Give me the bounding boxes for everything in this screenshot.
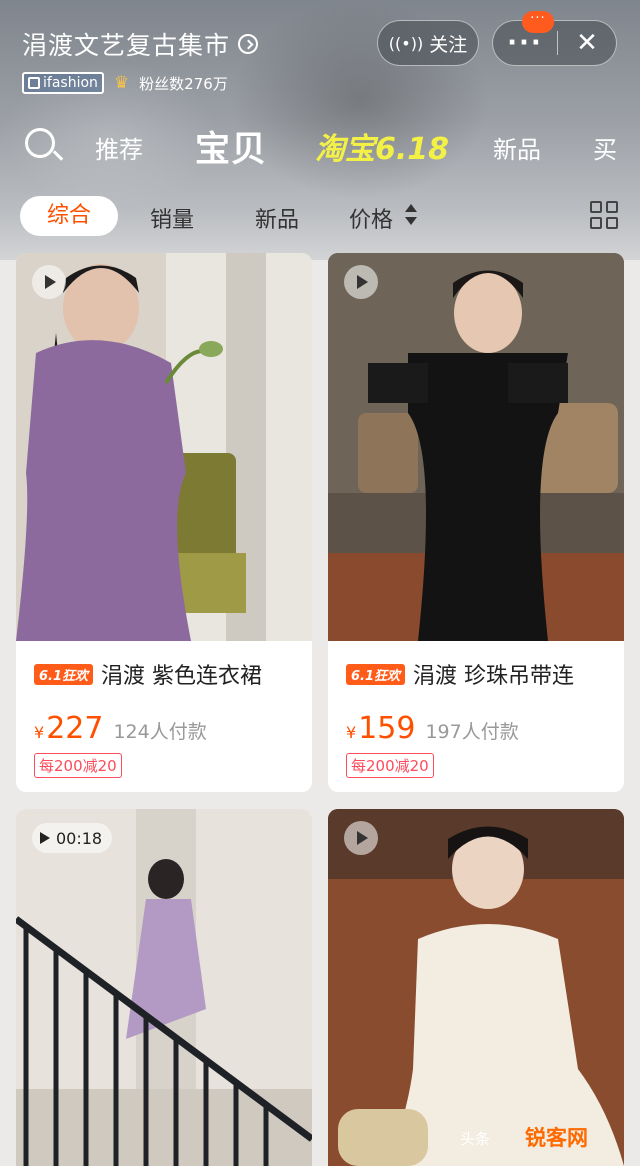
product-name: 涓渡 紫色连衣裙	[101, 664, 263, 689]
coupon-badge: 每200减20	[346, 753, 434, 778]
shop-nav-tabs: 推荐 宝贝 淘宝6.18 新品 买	[0, 118, 640, 174]
grid-view-icon[interactable]	[590, 201, 620, 231]
sort-filter-bar: 综合 销量 新品 价格	[0, 192, 640, 242]
shop-name: 涓渡文艺复古集市	[22, 31, 231, 60]
watermark-site: 锐客网	[525, 1126, 588, 1150]
play-icon[interactable]	[32, 265, 66, 299]
filter-new[interactable]: 新品	[255, 202, 299, 234]
chevron-right-icon	[238, 34, 259, 54]
product-card[interactable]	[328, 809, 624, 1166]
currency-symbol: ¥	[34, 723, 45, 742]
video-duration-badge[interactable]: 00:18	[32, 823, 113, 853]
tab-goods[interactable]: 宝贝	[195, 121, 267, 172]
tab-taobao-618[interactable]: 淘宝6.18	[315, 124, 449, 168]
promo-tag: 6.1狂欢	[34, 663, 94, 685]
promo-tag: 6.1狂欢	[346, 663, 406, 685]
more-button[interactable]: ···	[493, 30, 557, 56]
crown-icon: ♛	[113, 73, 130, 93]
product-card[interactable]: 6.1狂欢 涓渡 紫色连衣裙 ¥ 227 124人付款 每200减20	[16, 253, 312, 792]
product-card[interactable]: 6.1狂欢 涓渡 珍珠吊带连 ¥ 159 197人付款 每200减20	[328, 253, 624, 792]
shop-badges: ifashion ♛ 粉丝数276万	[22, 72, 228, 94]
product-card[interactable]: 00:18	[16, 809, 312, 1166]
currency-symbol: ¥	[346, 723, 357, 742]
capsule-menu: ··· ✕	[492, 20, 617, 66]
video-duration: 00:18	[56, 828, 103, 848]
notification-badge: ···	[522, 11, 554, 33]
shop-title[interactable]: 涓渡文艺复古集市	[22, 26, 259, 62]
product-title: 6.1狂欢 涓渡 紫色连衣裙	[34, 658, 312, 690]
filter-sales[interactable]: 销量	[150, 202, 194, 234]
play-icon[interactable]	[344, 821, 378, 855]
follow-button[interactable]: ((•)) 关注	[377, 20, 479, 66]
ifashion-badge: ifashion	[22, 72, 104, 94]
product-image	[16, 253, 312, 641]
tab-recommend[interactable]: 推荐	[95, 130, 143, 165]
price: 159	[358, 711, 416, 746]
price: 227	[46, 711, 104, 746]
broadcast-icon: ((•))	[388, 33, 424, 53]
tab-new-arrivals[interactable]: 新品	[493, 130, 541, 165]
sold-count: 197人付款	[425, 721, 519, 743]
price-row: ¥ 227 124人付款	[34, 711, 207, 746]
product-image	[328, 253, 624, 641]
filter-price[interactable]: 价格	[349, 202, 393, 234]
filter-overall[interactable]: 综合	[20, 196, 118, 236]
product-image	[16, 809, 312, 1166]
coupon-badge: 每200减20	[34, 753, 122, 778]
price-row: ¥ 159 197人付款	[346, 711, 519, 746]
play-icon	[40, 832, 50, 844]
product-name: 涓渡 珍珠吊带连	[413, 664, 575, 689]
play-icon[interactable]	[344, 265, 378, 299]
ifashion-logo-icon	[28, 77, 40, 89]
product-image	[328, 809, 624, 1166]
tab-buy[interactable]: 买	[593, 130, 617, 165]
watermark-source: 头条	[460, 1130, 491, 1148]
fans-count: 粉丝数276万	[139, 74, 228, 93]
close-button[interactable]: ✕	[558, 28, 616, 58]
sold-count: 124人付款	[113, 721, 207, 743]
follow-label: 关注	[429, 33, 468, 56]
sort-arrows-icon[interactable]	[405, 204, 417, 228]
ifashion-label: ifashion	[43, 75, 98, 91]
search-icon[interactable]	[25, 128, 64, 164]
product-title: 6.1狂欢 涓渡 珍珠吊带连	[346, 658, 624, 690]
